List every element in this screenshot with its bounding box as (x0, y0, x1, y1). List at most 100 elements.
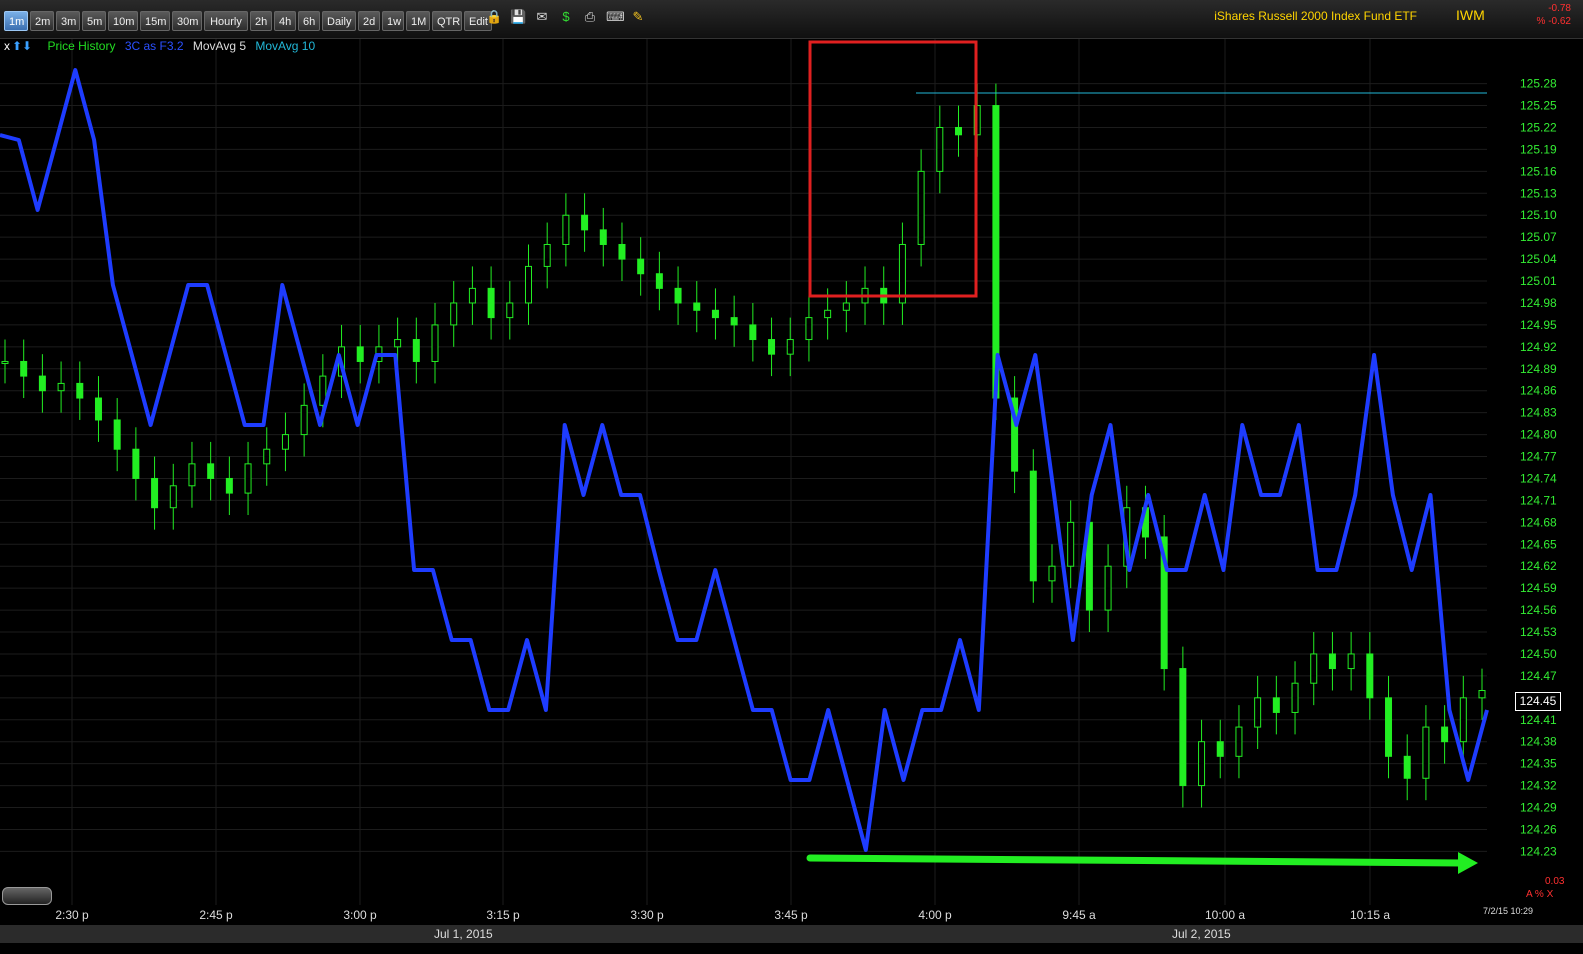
candle-body (1366, 653, 1374, 699)
pct-controls[interactable]: A % X (1526, 889, 1553, 900)
candle-body (169, 485, 177, 509)
time-tick-label: 2:30 p (55, 908, 89, 922)
candle-body (281, 434, 289, 450)
candle-body (244, 463, 252, 494)
price-tick-label: 124.62 (1520, 559, 1557, 573)
candle-body (637, 258, 645, 275)
price-change-pct: % -0.62 (1536, 16, 1571, 27)
price-tick-label: 124.83 (1520, 406, 1557, 420)
timeframe-button-5m[interactable]: 5m (82, 11, 106, 31)
time-tick-label: 9:45 a (1062, 908, 1096, 922)
timeframe-button-10m[interactable]: 10m (108, 11, 138, 31)
candle-body (1216, 741, 1224, 757)
legend-controls[interactable]: x ⬆⬇ (4, 39, 41, 53)
date-bar: Jul 1, 2015 Jul 2, 2015 (0, 925, 1583, 943)
candle-body (543, 243, 551, 267)
candle-body (786, 339, 794, 355)
legend-3c[interactable]: 3C as F3.2 (125, 39, 184, 53)
candle-body (1048, 565, 1056, 582)
price-tick-label: 124.89 (1520, 362, 1557, 376)
keyboard-icon[interactable]: ⌨ (606, 9, 625, 25)
candle-body (1310, 653, 1318, 684)
time-axis-labels: 2:30 p 2:45 p 3:00 p 3:15 p 3:30 p 3:45 p 4:00… (55, 908, 1390, 922)
candle-body (20, 360, 28, 377)
candle-body (618, 243, 626, 260)
ticker-symbol: IWM (1456, 7, 1485, 23)
price-tick-label: 124.92 (1520, 340, 1557, 354)
timeframe-button-2d[interactable]: 2d (358, 11, 380, 31)
price-tick-label: 124.56 (1520, 603, 1557, 617)
price-tick-label: 125.16 (1520, 164, 1557, 178)
legend-price-history[interactable]: Price History (47, 39, 115, 53)
candle-body (1272, 697, 1280, 713)
timeframe-button-1m[interactable]: 1M (406, 11, 430, 31)
candle-body (225, 477, 233, 494)
timeframe-button-15m[interactable]: 15m (140, 11, 170, 31)
timeframe-button-2m[interactable]: 2m (30, 11, 54, 31)
last-price-tag: 124.45 (1515, 692, 1561, 711)
chart-scroll-handle[interactable] (2, 887, 52, 905)
candle-body (57, 382, 65, 392)
price-tick-label: 124.41 (1520, 713, 1557, 727)
timeframe-button-1m[interactable]: 1m (4, 11, 28, 31)
price-tick-label: 124.29 (1520, 801, 1557, 815)
price-tick-label: 125.28 (1520, 77, 1557, 91)
candle-body (207, 463, 215, 479)
time-tick-label: 3:45 p (774, 908, 808, 922)
price-tick-label: 124.68 (1520, 515, 1557, 529)
timeframe-button-qtr[interactable]: QTR (432, 11, 462, 31)
legend-movavg-5[interactable]: MovAvg 5 (193, 39, 246, 53)
candle-body (955, 126, 963, 136)
lock-icon[interactable]: 🔒 (486, 9, 502, 25)
instrument-title: iShares Russell 2000 Index Fund ETF (1214, 9, 1417, 23)
candle-body (693, 302, 701, 311)
price-tick-label: 124.35 (1520, 757, 1557, 771)
legend-movavg-10[interactable]: MovAvg 10 (255, 39, 315, 53)
timeframe-button-30m[interactable]: 30m (172, 11, 202, 31)
price-tick-label: 124.86 (1520, 384, 1557, 398)
candle-body (1385, 697, 1393, 757)
time-tick-label: 4:00 p (918, 908, 952, 922)
timeframe-button-2h[interactable]: 2h (250, 11, 272, 31)
candle-body (917, 170, 925, 245)
candle-body (562, 214, 570, 245)
timeframe-button-1w[interactable]: 1w (382, 11, 404, 31)
timeframe-button-3m[interactable]: 3m (56, 11, 80, 31)
candle-body (805, 317, 813, 341)
candle-body (412, 339, 420, 362)
price-tick-label: 124.59 (1520, 581, 1557, 595)
candle-body (300, 404, 308, 436)
candle-body (1198, 741, 1206, 787)
time-tick-label: 3:00 p (343, 908, 377, 922)
timestamp: 7/2/15 10:29 (1483, 906, 1534, 916)
dollar-icon[interactable]: $ (558, 9, 574, 25)
timeframe-button-hourly[interactable]: Hourly (204, 11, 248, 31)
candle-body (1254, 697, 1262, 728)
timeframe-button-6h[interactable]: 6h (298, 11, 320, 31)
price-tick-label: 125.04 (1520, 252, 1557, 266)
candle-body (749, 324, 757, 341)
candle-body (1067, 521, 1075, 567)
price-tick-label: 125.19 (1520, 142, 1557, 156)
candle-body (1179, 668, 1187, 787)
candle-body (1, 360, 9, 364)
timeframe-button-4h[interactable]: 4h (274, 11, 296, 31)
price-tick-label: 124.77 (1520, 450, 1557, 464)
save-icon[interactable]: 💾 (510, 9, 526, 25)
print-icon[interactable]: ⎙ (582, 9, 598, 25)
price-tick-label: 124.38 (1520, 735, 1557, 749)
time-tick-label: 10:15 a (1350, 908, 1390, 922)
pencil-icon[interactable]: ✎ (630, 9, 646, 25)
price-tick-label: 124.50 (1520, 647, 1557, 661)
price-tick-label: 124.95 (1520, 318, 1557, 332)
date-left: Jul 1, 2015 (434, 927, 493, 941)
candle-body (263, 448, 271, 465)
price-chart[interactable]: 125.28 125.25 125.22 125.19 125.16 125.13 125.… (0, 0, 1583, 954)
timeframe-button-daily[interactable]: Daily (322, 11, 356, 31)
email-icon[interactable]: ✉ (534, 9, 550, 25)
price-tick-label: 124.80 (1520, 428, 1557, 442)
candlestick-series (1, 83, 1486, 808)
price-tick-label: 124.65 (1520, 537, 1557, 551)
price-tick-label: 125.10 (1520, 208, 1557, 222)
candle-body (524, 265, 532, 304)
